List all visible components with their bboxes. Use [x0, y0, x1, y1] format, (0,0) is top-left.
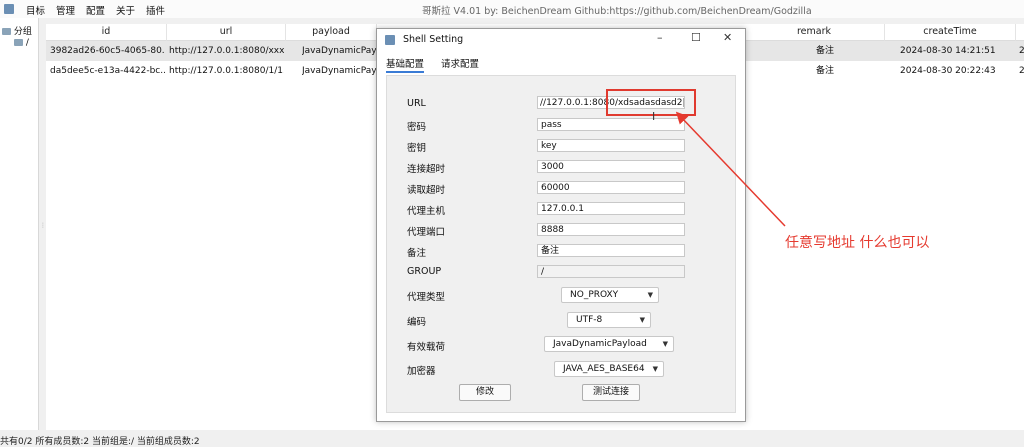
- cell-url: http://127.0.0.1:8080/xxxxx: [169, 46, 284, 56]
- proxy-port-input[interactable]: 8888: [537, 223, 685, 236]
- menu-manage[interactable]: 管理: [56, 3, 75, 17]
- chevron-down-icon: ▼: [662, 340, 668, 348]
- menu-config[interactable]: 配置: [86, 3, 105, 17]
- cell-payload: JavaDynamicPaylo: [302, 46, 376, 56]
- app-title: 哥斯拉 V4.01 by: BeichenDream Github:https:…: [422, 6, 812, 17]
- status-bar: 共有0/2 所有成员数:2 当前组是:/ 当前组成员数:2: [0, 437, 200, 447]
- text-cursor-icon: I: [652, 110, 656, 123]
- splitter-handle[interactable]: ⋮: [40, 222, 46, 232]
- tab-basic-config[interactable]: 基础配置: [386, 56, 425, 73]
- cell-payload: JavaDynamicPaylo: [302, 66, 376, 76]
- password-input[interactable]: pass: [537, 118, 685, 131]
- chevron-down-icon: ▼: [647, 291, 653, 299]
- group-tree: 分组 /: [0, 18, 39, 430]
- chevron-down-icon: ▼: [639, 316, 645, 324]
- tree-root-node[interactable]: 分组: [2, 24, 32, 37]
- menu-bar: 目标 管理 配置 关于 插件 哥斯拉 V4.01 by: BeichenDrea…: [0, 0, 1024, 18]
- java-app-icon: [4, 4, 14, 14]
- cryption-select[interactable]: JAVA_AES_BASE64 ▼: [554, 361, 664, 377]
- cell-extra: 2: [1019, 66, 1024, 76]
- connect-timeout-input[interactable]: 3000: [537, 160, 685, 173]
- remark-label: 备注: [407, 248, 427, 259]
- menu-target[interactable]: 目标: [26, 3, 45, 17]
- column-header-payload[interactable]: payload: [286, 24, 377, 41]
- column-header-url[interactable]: url: [167, 24, 286, 41]
- cell-remark: 备注: [816, 66, 835, 76]
- column-header-remark[interactable]: remark: [744, 24, 885, 41]
- proxy-type-select[interactable]: NO_PROXY ▼: [561, 287, 659, 303]
- tree-child-node[interactable]: /: [14, 38, 29, 48]
- key-label: 密钥: [407, 143, 427, 154]
- dialog-title: Shell Setting: [403, 34, 464, 45]
- key-input[interactable]: key: [537, 139, 685, 152]
- group-label: GROUP: [407, 266, 442, 277]
- read-timeout-input[interactable]: 60000: [537, 181, 685, 194]
- java-app-icon: [385, 35, 395, 45]
- folder-icon: [14, 39, 23, 46]
- proxy-type-label: 代理类型: [407, 292, 446, 303]
- read-timeout-label: 读取超时: [407, 185, 446, 196]
- close-icon[interactable]: ✕: [723, 31, 732, 44]
- tab-request-config[interactable]: 请求配置: [441, 56, 479, 71]
- cell-extra: 2: [1019, 46, 1024, 56]
- proxy-host-input[interactable]: 127.0.0.1: [537, 202, 685, 215]
- chevron-down-icon: ▼: [652, 365, 658, 373]
- test-connection-button[interactable]: 测试连接: [582, 384, 640, 401]
- payload-select[interactable]: JavaDynamicPayload ▼: [544, 336, 674, 352]
- menu-about[interactable]: 关于: [116, 3, 135, 17]
- cryption-label: 加密器: [407, 366, 436, 377]
- tree-child-label: /: [25, 38, 29, 48]
- maximize-icon[interactable]: ☐: [691, 31, 701, 44]
- annotation-arrow-icon: [675, 111, 786, 227]
- url-label: URL: [407, 98, 426, 109]
- menu-plugins[interactable]: 插件: [146, 3, 165, 17]
- minimize-icon[interactable]: –: [657, 31, 663, 44]
- encoding-label: 编码: [407, 317, 427, 328]
- cell-url: http://127.0.0.1:8080/1/1...: [169, 66, 284, 76]
- folder-icon: [2, 28, 11, 35]
- cell-id: da5dee5c-e13a-4422-bc...: [50, 66, 165, 76]
- cell-createtime: 2024-08-30 14:21:51: [900, 46, 996, 56]
- cell-createtime: 2024-08-30 20:22:43: [900, 66, 996, 76]
- cell-id: 3982ad26-60c5-4065-80...: [50, 46, 165, 56]
- tree-root-label: 分组: [13, 27, 32, 37]
- annotation-text: 任意写地址 什么也可以: [785, 235, 930, 251]
- proxy-host-label: 代理主机: [407, 206, 446, 217]
- connect-timeout-label: 连接超时: [407, 164, 446, 175]
- proxy-port-label: 代理端口: [407, 227, 446, 238]
- cell-remark: 备注: [816, 46, 835, 56]
- payload-label: 有效载荷: [407, 342, 446, 353]
- column-header-extra[interactable]: [1016, 24, 1024, 41]
- encoding-select[interactable]: UTF-8 ▼: [567, 312, 651, 328]
- modify-button[interactable]: 修改: [459, 384, 511, 401]
- column-header-createtime[interactable]: createTime: [885, 24, 1016, 41]
- column-header-id[interactable]: id: [46, 24, 167, 41]
- password-label: 密码: [407, 122, 427, 133]
- group-input: /: [537, 265, 685, 278]
- remark-input[interactable]: 备注: [537, 244, 685, 257]
